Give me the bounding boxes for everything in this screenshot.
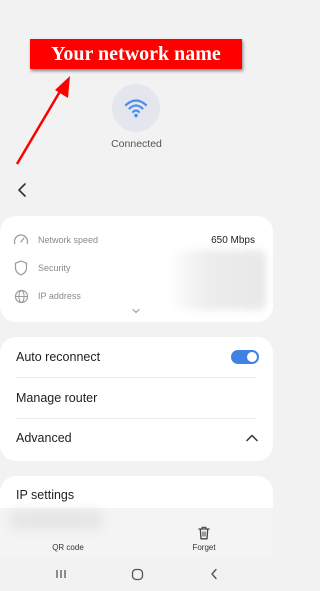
redacted-values xyxy=(174,250,266,310)
qr-code-button[interactable]: QR code xyxy=(38,516,98,552)
shield-icon xyxy=(12,259,30,277)
home-icon xyxy=(131,568,143,580)
auto-reconnect-label: Auto reconnect xyxy=(16,350,101,364)
forget-label: Forget xyxy=(192,543,216,552)
ip-settings-label[interactable]: IP settings xyxy=(16,488,74,502)
manage-router-label: Manage router xyxy=(16,391,98,405)
network-speed-label: Network speed xyxy=(38,235,99,245)
auto-reconnect-toggle[interactable] xyxy=(231,350,259,364)
globe-icon xyxy=(12,287,30,305)
auto-reconnect-row[interactable]: Auto reconnect xyxy=(16,337,259,377)
recent-apps-icon xyxy=(56,570,66,578)
back-button[interactable] xyxy=(12,179,32,201)
chevron-up-icon xyxy=(246,434,258,442)
advanced-row[interactable]: Advanced xyxy=(16,418,259,458)
chevron-left-icon xyxy=(18,183,26,197)
network-speed-value: 650 Mbps xyxy=(211,234,255,246)
advanced-label: Advanced xyxy=(16,431,72,445)
nav-back-button[interactable] xyxy=(205,566,223,582)
toggle-knob xyxy=(247,352,257,362)
trash-icon xyxy=(198,526,210,540)
back-icon xyxy=(211,568,217,580)
chevron-down-icon[interactable] xyxy=(130,306,142,316)
wifi-icon xyxy=(112,84,160,132)
manage-router-row[interactable]: Manage router xyxy=(16,378,259,418)
forget-button[interactable]: Forget xyxy=(174,516,234,552)
network-speed-row: Network speed 650 Mbps xyxy=(12,229,255,251)
annotation-banner: Your network name xyxy=(30,39,242,69)
recent-apps-button[interactable] xyxy=(52,566,70,582)
speed-gauge-icon xyxy=(12,231,30,249)
connection-status: Connected xyxy=(111,138,162,150)
home-button[interactable] xyxy=(128,566,146,582)
qr-code-label: QR code xyxy=(52,543,84,552)
